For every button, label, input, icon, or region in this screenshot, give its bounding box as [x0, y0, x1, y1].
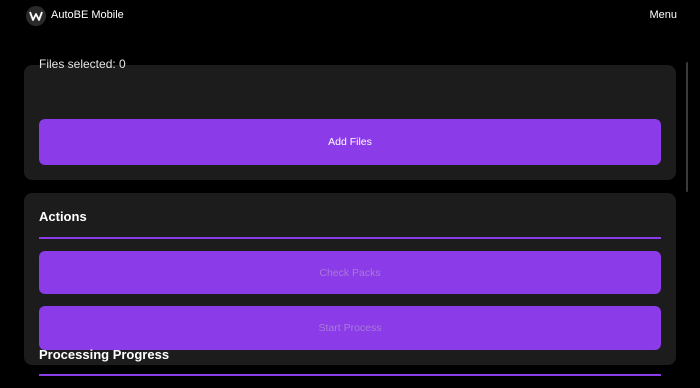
menu-button[interactable]: Menu — [649, 9, 677, 21]
app-logo-icon — [26, 6, 46, 26]
actions-title: Actions — [39, 209, 87, 224]
add-files-button[interactable]: Add Files — [39, 119, 661, 165]
app-title: AutoBE Mobile — [51, 9, 124, 21]
start-process-button[interactable]: Start Process — [39, 306, 661, 350]
scrollbar[interactable] — [686, 62, 688, 192]
progress-divider — [39, 374, 661, 376]
processing-progress-title: Processing Progress — [39, 347, 170, 362]
top-bar: AutoBE Mobile Menu — [0, 0, 700, 32]
files-selected-label: Files selected: 0 — [39, 57, 126, 71]
check-packs-button[interactable]: Check Packs — [39, 251, 661, 294]
actions-divider — [39, 237, 661, 239]
